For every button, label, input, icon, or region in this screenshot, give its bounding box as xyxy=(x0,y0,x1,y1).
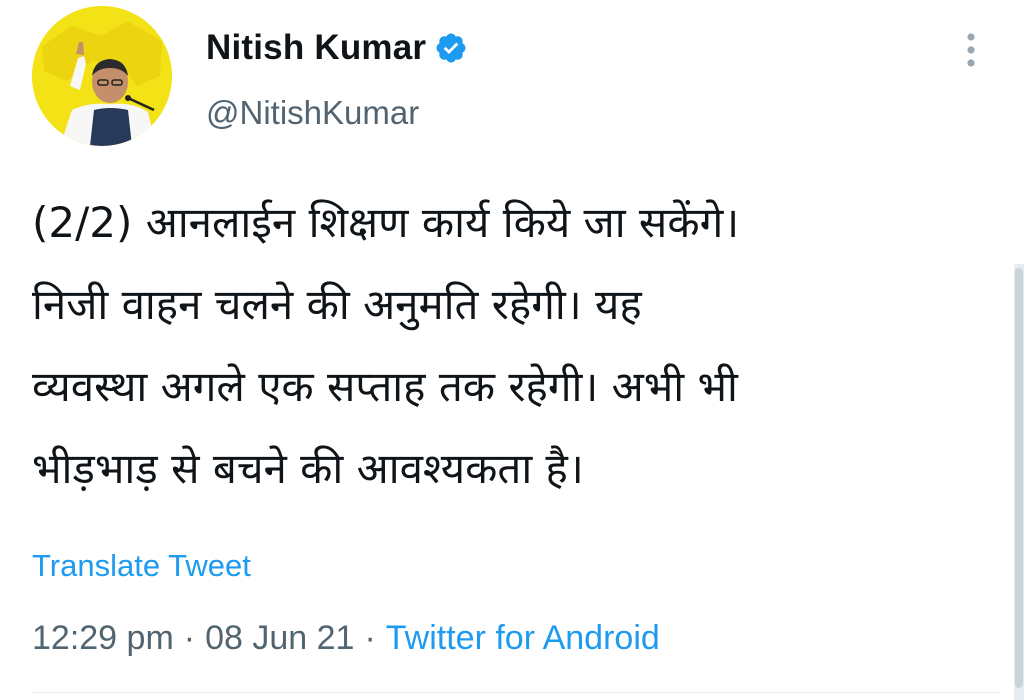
more-options-button[interactable] xyxy=(954,30,988,70)
more-vertical-icon xyxy=(967,33,975,67)
tweet-text-line: (2/2) आनलाईन शिक्षण कार्य किये जा सकेंगे… xyxy=(32,198,740,247)
avatar-image xyxy=(32,6,172,146)
tweet-date[interactable]: 08 Jun 21 xyxy=(205,619,354,658)
author-avatar[interactable] xyxy=(32,6,172,146)
tweet-text: (2/2) आनलाईन शिक्षण कार्य किये जा सकेंगे… xyxy=(32,182,1002,510)
tweet-source-link[interactable]: Twitter for Android xyxy=(386,619,660,658)
author-name-row[interactable]: Nitish Kumar xyxy=(206,26,468,70)
tweet-text-line: व्यवस्था अगले एक सप्ताह तक रहेगी। अभी भी xyxy=(32,362,738,411)
tweet-metadata: 12:29 pm · 08 Jun 21 · Twitter for Andro… xyxy=(32,616,660,660)
tweet-time[interactable]: 12:29 pm xyxy=(32,619,174,658)
author-display-name[interactable]: Nitish Kumar xyxy=(206,28,426,68)
meta-separator: · xyxy=(364,618,376,657)
tweet-detail: Nitish Kumar @NitishKumar (2/2) आनलाईन श… xyxy=(0,0,1024,700)
meta-separator: · xyxy=(183,618,196,657)
scrollbar-thumb[interactable] xyxy=(1015,268,1023,688)
divider xyxy=(32,692,1000,693)
author-handle[interactable]: @NitishKumar xyxy=(206,94,419,132)
tweet-text-line: निजी वाहन चलने की अनुमति रहेगी। यह xyxy=(32,280,642,329)
tweet-text-line: भीड़भाड़ से बचने की आवश्यकता है। xyxy=(32,444,584,493)
translate-tweet-link[interactable]: Translate Tweet xyxy=(32,548,251,584)
verified-badge-icon xyxy=(434,31,468,65)
